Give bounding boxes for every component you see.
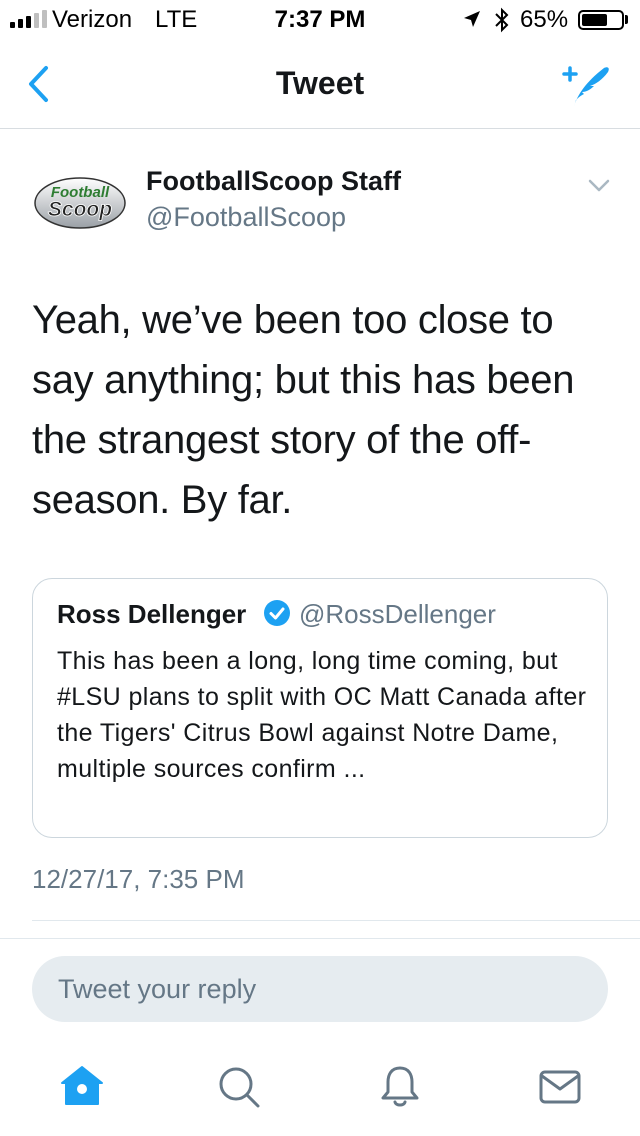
chevron-down-icon[interactable] [584,170,614,200]
search-icon [219,1067,260,1108]
envelope-icon [539,1070,581,1104]
quoted-tweet-text: This has been a long, long time coming, … [57,647,587,783]
quoted-tweet[interactable]: Ross Dellenger @RossDellenger This has b… [32,578,608,838]
divider [0,938,640,939]
verified-badge-icon [264,600,290,626]
location-arrow-icon [464,11,480,27]
home-icon [61,1066,103,1105]
reply-placeholder: Tweet your reply [58,974,257,1004]
nav-bar: Tweet [0,40,640,129]
reply-input[interactable]: Tweet your reply [32,956,608,1022]
page-title: Tweet [275,65,365,101]
tab-search[interactable] [214,1062,262,1110]
author-name[interactable]: FootballScoop Staff [146,166,401,197]
tab-notifications[interactable] [376,1062,424,1110]
bluetooth-icon [495,7,509,33]
tab-home[interactable] [58,1062,106,1110]
compose-tweet-icon[interactable] [556,60,612,110]
divider [32,920,640,921]
battery-icon [578,10,624,30]
quoted-author-handle: @RossDellenger [299,599,496,629]
avatar-text-bottom: Scoop [48,198,112,221]
avatar[interactable]: Football Scoop [32,168,128,234]
author-handle[interactable]: @FootballScoop [146,202,346,233]
battery-tip [625,15,628,24]
bell-icon [381,1066,419,1107]
status-bar: Verizon LTE 7:37 PM 65% [0,0,640,40]
quoted-author-name: Ross Dellenger [57,599,247,629]
battery-percent: 65% [520,6,569,33]
tweet-text: Yeah, we’ve been too close to say anythi… [32,298,575,522]
tweet-timestamp: 12/27/17, 7:35 PM [32,864,245,894]
tab-messages[interactable] [536,1062,584,1110]
